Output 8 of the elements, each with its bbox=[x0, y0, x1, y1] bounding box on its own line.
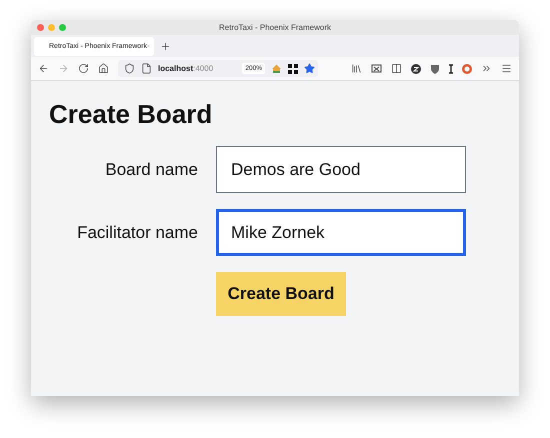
field-label: Facilitator name bbox=[76, 222, 198, 242]
input-field[interactable]: Mike Zornek bbox=[216, 209, 466, 256]
page-heading: Create Board bbox=[49, 99, 214, 130]
window-title: RetroTaxi - Phoenix Framework bbox=[218, 23, 332, 32]
field-label: Board name bbox=[104, 160, 198, 180]
input-field[interactable]: Demos are Good bbox=[216, 146, 466, 193]
create-board-button[interactable]: Create Board bbox=[216, 272, 346, 316]
url-text: localhost:4000 bbox=[158, 64, 214, 73]
